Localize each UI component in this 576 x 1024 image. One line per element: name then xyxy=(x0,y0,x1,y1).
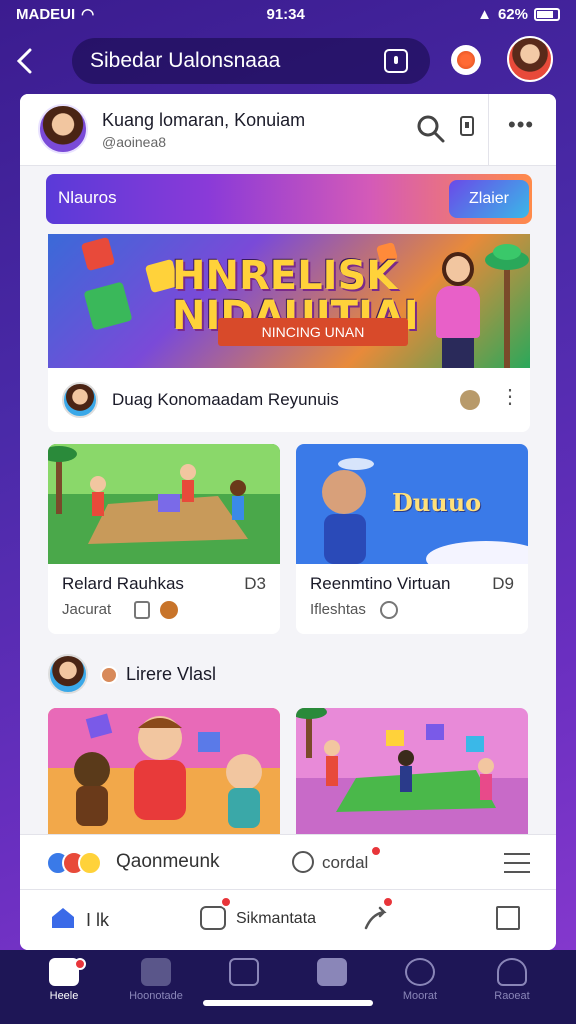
comment-icon[interactable] xyxy=(292,851,314,873)
grid-card-count: D9 xyxy=(492,574,514,593)
battery-label: 62% xyxy=(497,5,528,23)
more-options-icon[interactable]: ••• xyxy=(508,112,534,138)
app-badge-icon[interactable] xyxy=(451,45,481,75)
explore-icon xyxy=(405,958,435,986)
bottom-navigation: Heele Hoonotade Moorat Raoeat xyxy=(0,950,576,1024)
profile-avatar[interactable] xyxy=(507,36,553,82)
clock: 91:34 xyxy=(266,5,305,23)
device-icon[interactable] xyxy=(460,116,474,136)
profile-header-avatar[interactable] xyxy=(38,104,88,154)
game-thumbnail-1 xyxy=(48,444,280,564)
bottom-card-2[interactable] xyxy=(296,708,528,838)
reactions-icon[interactable] xyxy=(46,851,106,875)
nav-more[interactable]: Moorat xyxy=(372,958,468,1018)
wifi-icon: ◠ xyxy=(81,6,95,23)
section-header: Lirere Vlasl xyxy=(48,650,530,698)
carrier-label: MADEUI xyxy=(16,5,76,23)
banner-tab-left[interactable]: Nlauros xyxy=(58,188,117,208)
edit-icon[interactable] xyxy=(496,906,520,930)
store-icon xyxy=(141,958,171,986)
back-button[interactable] xyxy=(0,36,50,86)
nav-search[interactable] xyxy=(284,958,380,1018)
messages-label[interactable]: Sikmantata xyxy=(236,910,316,928)
post-more-icon[interactable]: ⋮ xyxy=(500,384,520,409)
hero-banner[interactable]: HNRELISK NIDAUITIAI NINCING UNAN xyxy=(48,234,530,368)
hero-person-illustration xyxy=(428,252,488,368)
share-notification-dot xyxy=(382,896,394,908)
nav-homestead-label: Hoonotade xyxy=(129,990,183,1002)
section-title: Lirere Vlasl xyxy=(126,664,217,684)
lock-icon xyxy=(134,601,150,619)
featured-post-title: Duag Konomaadam Reyunuis xyxy=(112,390,339,409)
profile-handle: @aoinea8 xyxy=(102,134,167,150)
palm-tree-icon xyxy=(485,244,529,368)
classroom-illustration xyxy=(296,708,528,838)
nav-home-label: Heele xyxy=(49,990,79,1002)
nav-profile[interactable]: Raoeat xyxy=(464,958,560,1018)
home-icon[interactable] xyxy=(50,906,76,930)
profile-icon xyxy=(497,958,527,986)
menu-icon[interactable] xyxy=(504,853,530,873)
banner-tab-right[interactable]: Zlaier xyxy=(449,180,529,218)
grid-card-title: Relard Rauhkas xyxy=(62,574,184,593)
grid-card-count: D3 xyxy=(244,574,266,593)
profile-header: Kuang lomaran, Konuiam @aoinea8 ••• xyxy=(20,94,556,166)
post-author-avatar[interactable] xyxy=(62,382,98,418)
banner-tab-bar: Nlauros Zlaier xyxy=(46,174,532,224)
status-bar: MADEUI ◠ 91:34 ▲ 62% xyxy=(0,0,576,28)
nav-more-label: Moorat xyxy=(402,990,438,1002)
grid-card[interactable]: Duuuo Reenmtino Virtuan D9 Ifleshtas xyxy=(296,444,528,634)
signal-icon: ▲ xyxy=(477,5,492,23)
message-icon[interactable] xyxy=(200,906,226,930)
page-title: Sibedar Ualonsnaaa xyxy=(90,49,281,72)
home-nav-badge xyxy=(74,958,86,970)
message-notification-dot xyxy=(220,896,232,908)
header-divider xyxy=(488,94,489,166)
thumbnail-title: Duuuo xyxy=(392,488,482,517)
grid-card-title: Reenmtino Virtuan xyxy=(310,574,451,593)
chevron-left-icon xyxy=(16,48,32,74)
reaction-bar: Qaonmeunk cordal xyxy=(20,834,556,890)
reaction-icon[interactable] xyxy=(460,390,480,410)
nav-homestead[interactable]: Hoonotade xyxy=(108,958,204,1018)
main-card: Kuang lomaran, Konuiam @aoinea8 ••• Nlau… xyxy=(20,94,556,950)
nav-grid[interactable] xyxy=(196,958,292,1018)
nav-profile-label: Raoeat xyxy=(494,990,530,1002)
share-icon[interactable] xyxy=(362,906,390,932)
magnifier-icon xyxy=(317,958,347,986)
kids-illustration xyxy=(48,708,280,838)
battery-icon xyxy=(534,7,560,21)
search-icon[interactable] xyxy=(416,114,446,144)
timer-icon[interactable] xyxy=(384,49,408,73)
reactions-label[interactable]: Qaonmeunk xyxy=(116,851,220,873)
status-dot xyxy=(100,666,118,684)
comment-notification-dot xyxy=(370,845,382,857)
grid-icon xyxy=(229,958,259,986)
hero-ribbon: NINCING UNAN xyxy=(218,318,408,346)
home-label[interactable]: I lk xyxy=(86,910,109,931)
bottom-card-1[interactable] xyxy=(48,708,280,838)
quick-actions-bar: I lk Sikmantata xyxy=(20,890,556,950)
home-indicator[interactable] xyxy=(203,1000,373,1006)
nav-home[interactable]: Heele xyxy=(16,958,112,1018)
grid-card-subtitle: Jacurat xyxy=(62,601,112,618)
grid-card-subtitle: Ifleshtas xyxy=(310,601,366,618)
coin-icon xyxy=(160,601,178,619)
profile-name: Kuang lomaran, Konuiam xyxy=(102,110,306,130)
featured-post-row[interactable]: Duag Konomaadam Reyunuis ⋮ xyxy=(48,368,530,432)
grid-card[interactable]: Relard Rauhkas D3 Jacurat xyxy=(48,444,280,634)
top-navigation: Sibedar Ualonsnaaa xyxy=(0,36,576,86)
page-title-pill[interactable]: Sibedar Ualonsnaaa xyxy=(72,38,430,84)
comments-label[interactable]: cordal xyxy=(322,853,368,873)
location-pin-icon xyxy=(380,601,398,619)
section-avatar[interactable] xyxy=(48,654,88,694)
